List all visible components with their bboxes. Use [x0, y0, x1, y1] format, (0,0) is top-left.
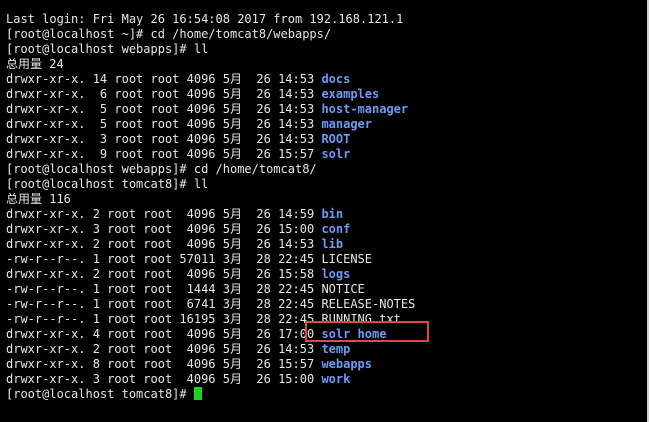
login-line: Last login: Fri May 26 16:54:08 2017 fro… — [6, 12, 404, 26]
highlight-box — [305, 321, 429, 342]
dir-name: bin — [321, 207, 344, 221]
dir-name: conf — [321, 222, 351, 236]
listing-row-host-manager: drwxr-xr-x. 5 root root 4096 5月 26 14:53… — [6, 102, 415, 117]
file-meta: drwxr-xr-x. 14 root root 4096 5月 26 14:5… — [6, 72, 322, 86]
dir-name: logs — [321, 267, 351, 281]
file-meta: drwxr-xr-x. 5 root root 4096 5月 26 14:53 — [6, 117, 322, 131]
file-meta: -rw-r--r--. 1 root root 6741 3月 28 22:45 — [6, 297, 322, 311]
dir-name: host-manager — [321, 102, 409, 116]
listing-row-release-notes: -rw-r--r--. 1 root root 6741 3月 28 22:45… — [6, 297, 415, 312]
listing-row-bin: drwxr-xr-x. 2 root root 4096 5月 26 14:59… — [6, 207, 415, 222]
file-name: RELEASE-NOTES — [321, 297, 416, 311]
terminal-output: Last login: Fri May 26 16:54:08 2017 fro… — [6, 12, 415, 402]
dir-name: temp — [321, 342, 351, 356]
command-line: [root@localhost ~]# cd /home/tomcat8/web… — [6, 27, 332, 41]
file-meta: drwxr-xr-x. 8 root root 4096 5月 26 15:57 — [6, 357, 322, 371]
listing-row-docs: drwxr-xr-x. 14 root root 4096 5月 26 14:5… — [6, 72, 415, 87]
dir-name: lib — [321, 237, 344, 251]
total-line: 总用量 24 — [6, 57, 64, 71]
dir-name: manager — [321, 117, 373, 131]
file-meta: drwxr-xr-x. 2 root root 4096 5月 26 14:59 — [6, 207, 322, 221]
listing-row-conf: drwxr-xr-x. 3 root root 4096 5月 26 15:00… — [6, 222, 415, 237]
listing-row-logs: drwxr-xr-x. 2 root root 4096 5月 26 15:58… — [6, 267, 415, 282]
listing-row-examples: drwxr-xr-x. 6 root root 4096 5月 26 14:53… — [6, 87, 415, 102]
dir-name: ROOT — [321, 132, 351, 146]
listing-row-notice: -rw-r--r--. 1 root root 1444 3月 28 22:45… — [6, 282, 415, 297]
file-name: NOTICE — [321, 282, 365, 296]
text-cursor — [193, 387, 202, 400]
listing-row-temp: drwxr-xr-x. 2 root root 4096 5月 26 14:53… — [6, 342, 415, 357]
dir-name: work — [321, 372, 351, 386]
listing-row-work: drwxr-xr-x. 3 root root 4096 5月 26 15:00… — [6, 372, 415, 387]
file-meta: drwxr-xr-x. 6 root root 4096 5月 26 14:53 — [6, 87, 322, 101]
shell-prompt: [root@localhost tomcat8]# — [6, 387, 194, 401]
file-meta: drwxr-xr-x. 2 root root 4096 5月 26 14:53 — [6, 237, 322, 251]
listing-row-manager: drwxr-xr-x. 5 root root 4096 5月 26 14:53… — [6, 117, 415, 132]
file-meta: -rw-r--r--. 1 root root 16195 3月 28 22:4… — [6, 312, 322, 326]
file-meta: drwxr-xr-x. 5 root root 4096 5月 26 14:53 — [6, 102, 322, 116]
file-meta: -rw-r--r--. 1 root root 1444 3月 28 22:45 — [6, 282, 322, 296]
command-line: [root@localhost tomcat8]# ll — [6, 177, 209, 191]
listing-row-webapps: drwxr-xr-x. 8 root root 4096 5月 26 15:57… — [6, 357, 415, 372]
file-name: LICENSE — [321, 252, 373, 266]
dir-name: docs — [321, 72, 351, 86]
file-meta: drwxr-xr-x. 4 root root 4096 5月 26 17:00 — [6, 327, 322, 341]
dir-name: examples — [321, 87, 380, 101]
file-meta: drwxr-xr-x. 3 root root 4096 5月 26 14:53 — [6, 132, 322, 146]
file-meta: drwxr-xr-x. 3 root root 4096 5月 26 15:00 — [6, 222, 322, 236]
file-meta: drwxr-xr-x. 2 root root 4096 5月 26 14:53 — [6, 342, 322, 356]
command-line: [root@localhost webapps]# cd /home/tomca… — [6, 162, 317, 176]
listing-row-license: -rw-r--r--. 1 root root 57011 3月 28 22:4… — [6, 252, 415, 267]
prompt-line[interactable]: [root@localhost tomcat8]# — [6, 387, 415, 402]
file-meta: drwxr-xr-x. 2 root root 4096 5月 26 15:58 — [6, 267, 322, 281]
listing-row-lib: drwxr-xr-x. 2 root root 4096 5月 26 14:53… — [6, 237, 415, 252]
file-meta: drwxr-xr-x. 3 root root 4096 5月 26 15:00 — [6, 372, 322, 386]
dir-name: solr — [321, 147, 351, 161]
dir-name: webapps — [321, 357, 373, 371]
file-meta: -rw-r--r--. 1 root root 57011 3月 28 22:4… — [6, 252, 322, 266]
total-line: 总用量 116 — [6, 192, 71, 206]
file-meta: drwxr-xr-x. 9 root root 4096 5月 26 15:57 — [6, 147, 322, 161]
terminal-window[interactable]: Last login: Fri May 26 16:54:08 2017 fro… — [0, 0, 649, 422]
command-line: [root@localhost webapps]# ll — [6, 42, 209, 56]
listing-row-root: drwxr-xr-x. 3 root root 4096 5月 26 14:53… — [6, 132, 415, 147]
listing-row-solr: drwxr-xr-x. 9 root root 4096 5月 26 15:57… — [6, 147, 415, 162]
